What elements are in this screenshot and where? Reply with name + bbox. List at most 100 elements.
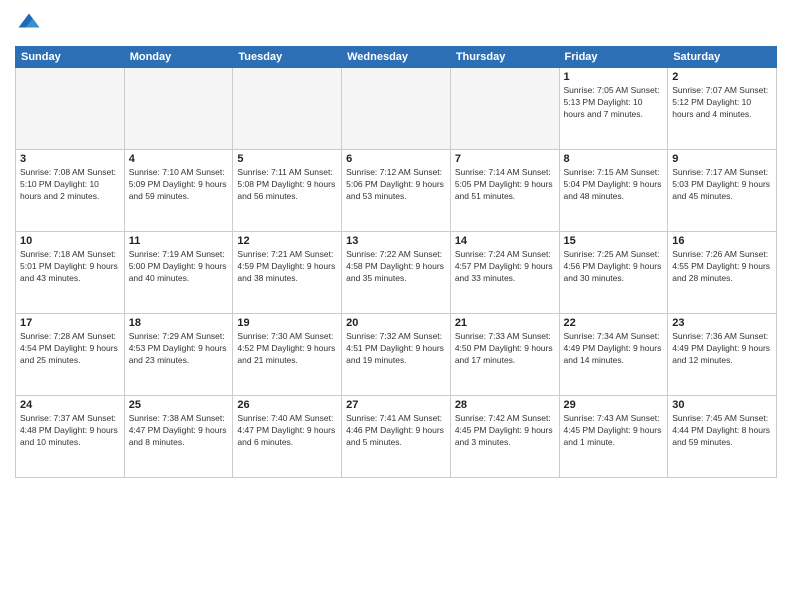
day-info: Sunrise: 7:07 AM Sunset: 5:12 PM Dayligh…: [672, 85, 772, 121]
day-number: 24: [20, 399, 120, 411]
day-number: 12: [237, 235, 337, 247]
day-number: 5: [237, 153, 337, 165]
weekday-header: Friday: [559, 47, 668, 68]
calendar-cell: 17Sunrise: 7:28 AM Sunset: 4:54 PM Dayli…: [16, 314, 125, 396]
day-number: 11: [129, 235, 229, 247]
day-info: Sunrise: 7:32 AM Sunset: 4:51 PM Dayligh…: [346, 331, 446, 367]
weekday-header: Sunday: [16, 47, 125, 68]
calendar-cell: 8 Sunrise: 7:15 AM Sunset: 5:04 PM Daylig…: [559, 150, 668, 232]
day-info: Sunrise: 7:08 AM Sunset: 5:10 PM Dayligh…: [20, 167, 120, 203]
calendar-header-row: SundayMondayTuesdayWednesdayThursdayFrid…: [16, 47, 777, 68]
day-number: 1: [564, 71, 664, 83]
calendar-cell: 21 Sunrise: 7:33 AM Sunset: 4:50 PM Dayli…: [450, 314, 559, 396]
calendar-cell: 26 Sunrise: 7:40 AM Sunset: 4:47 PM Dayli…: [233, 396, 342, 478]
day-number: 16: [672, 235, 772, 247]
day-info: Sunrise: 7:18 AM Sunset: 5:01 PM Dayligh…: [20, 249, 120, 285]
calendar-cell: 24 Sunrise: 7:37 AM Sunset: 4:48 PM Dayli…: [16, 396, 125, 478]
day-number: 10: [20, 235, 120, 247]
weekday-header: Tuesday: [233, 47, 342, 68]
calendar-table: SundayMondayTuesdayWednesdayThursdayFrid…: [15, 46, 777, 478]
day-number: 13: [346, 235, 446, 247]
calendar-cell: 18Sunrise: 7:29 AM Sunset: 4:53 PM Dayli…: [124, 314, 233, 396]
day-number: 2: [672, 71, 772, 83]
calendar-cell: 22Sunrise: 7:34 AM Sunset: 4:49 PM Dayli…: [559, 314, 668, 396]
calendar-cell: 15 Sunrise: 7:25 AM Sunset: 4:56 PM Dayli…: [559, 232, 668, 314]
day-number: 22: [564, 317, 664, 329]
calendar-cell: 5 Sunrise: 7:11 AM Sunset: 5:08 PM Daylig…: [233, 150, 342, 232]
calendar-week-row: 1 Sunrise: 7:05 AM Sunset: 5:13 PM Daylig…: [16, 68, 777, 150]
day-info: Sunrise: 7:14 AM Sunset: 5:05 PM Dayligh…: [455, 167, 555, 203]
day-info: Sunrise: 7:29 AM Sunset: 4:53 PM Dayligh…: [129, 331, 229, 367]
weekday-header: Monday: [124, 47, 233, 68]
calendar-cell: 3 Sunrise: 7:08 AM Sunset: 5:10 PM Daylig…: [16, 150, 125, 232]
calendar-cell: 29 Sunrise: 7:43 AM Sunset: 4:45 PM Dayli…: [559, 396, 668, 478]
calendar-week-row: 24 Sunrise: 7:37 AM Sunset: 4:48 PM Dayli…: [16, 396, 777, 478]
calendar-cell: 14 Sunrise: 7:24 AM Sunset: 4:57 PM Dayli…: [450, 232, 559, 314]
day-info: Sunrise: 7:25 AM Sunset: 4:56 PM Dayligh…: [564, 249, 664, 285]
day-number: 15: [564, 235, 664, 247]
calendar-cell: 25 Sunrise: 7:38 AM Sunset: 4:47 PM Dayli…: [124, 396, 233, 478]
day-info: Sunrise: 7:36 AM Sunset: 4:49 PM Dayligh…: [672, 331, 772, 367]
day-info: Sunrise: 7:33 AM Sunset: 4:50 PM Dayligh…: [455, 331, 555, 367]
day-info: Sunrise: 7:42 AM Sunset: 4:45 PM Dayligh…: [455, 413, 555, 449]
day-number: 20: [346, 317, 446, 329]
day-info: Sunrise: 7:10 AM Sunset: 5:09 PM Dayligh…: [129, 167, 229, 203]
calendar-week-row: 17Sunrise: 7:28 AM Sunset: 4:54 PM Dayli…: [16, 314, 777, 396]
day-info: Sunrise: 7:21 AM Sunset: 4:59 PM Dayligh…: [237, 249, 337, 285]
calendar-cell: 30 Sunrise: 7:45 AM Sunset: 4:44 PM Dayli…: [668, 396, 777, 478]
calendar-cell: 6 Sunrise: 7:12 AM Sunset: 5:06 PM Daylig…: [342, 150, 451, 232]
day-number: 3: [20, 153, 120, 165]
day-number: 29: [564, 399, 664, 411]
weekday-header: Wednesday: [342, 47, 451, 68]
calendar-cell: [233, 68, 342, 150]
calendar-cell: [342, 68, 451, 150]
day-number: 14: [455, 235, 555, 247]
calendar-cell: [450, 68, 559, 150]
weekday-header: Saturday: [668, 47, 777, 68]
day-number: 25: [129, 399, 229, 411]
day-number: 26: [237, 399, 337, 411]
calendar-week-row: 3 Sunrise: 7:08 AM Sunset: 5:10 PM Daylig…: [16, 150, 777, 232]
calendar-cell: 1 Sunrise: 7:05 AM Sunset: 5:13 PM Daylig…: [559, 68, 668, 150]
day-number: 6: [346, 153, 446, 165]
day-number: 8: [564, 153, 664, 165]
page: SundayMondayTuesdayWednesdayThursdayFrid…: [0, 0, 792, 612]
day-number: 19: [237, 317, 337, 329]
day-info: Sunrise: 7:43 AM Sunset: 4:45 PM Dayligh…: [564, 413, 664, 449]
day-info: Sunrise: 7:45 AM Sunset: 4:44 PM Dayligh…: [672, 413, 772, 449]
calendar-cell: 20 Sunrise: 7:32 AM Sunset: 4:51 PM Dayli…: [342, 314, 451, 396]
day-info: Sunrise: 7:15 AM Sunset: 5:04 PM Dayligh…: [564, 167, 664, 203]
day-info: Sunrise: 7:11 AM Sunset: 5:08 PM Dayligh…: [237, 167, 337, 203]
calendar-cell: 11 Sunrise: 7:19 AM Sunset: 5:00 PM Dayli…: [124, 232, 233, 314]
day-info: Sunrise: 7:30 AM Sunset: 4:52 PM Dayligh…: [237, 331, 337, 367]
day-info: Sunrise: 7:12 AM Sunset: 5:06 PM Dayligh…: [346, 167, 446, 203]
day-number: 21: [455, 317, 555, 329]
calendar-cell: 2 Sunrise: 7:07 AM Sunset: 5:12 PM Daylig…: [668, 68, 777, 150]
header: [15, 10, 777, 38]
day-number: 9: [672, 153, 772, 165]
calendar-cell: 27Sunrise: 7:41 AM Sunset: 4:46 PM Dayli…: [342, 396, 451, 478]
calendar-cell: [124, 68, 233, 150]
day-info: Sunrise: 7:05 AM Sunset: 5:13 PM Dayligh…: [564, 85, 664, 121]
calendar-cell: [16, 68, 125, 150]
calendar-cell: 23 Sunrise: 7:36 AM Sunset: 4:49 PM Dayli…: [668, 314, 777, 396]
day-info: Sunrise: 7:19 AM Sunset: 5:00 PM Dayligh…: [129, 249, 229, 285]
day-number: 28: [455, 399, 555, 411]
day-number: 30: [672, 399, 772, 411]
day-info: Sunrise: 7:24 AM Sunset: 4:57 PM Dayligh…: [455, 249, 555, 285]
calendar-cell: 7Sunrise: 7:14 AM Sunset: 5:05 PM Daylig…: [450, 150, 559, 232]
day-number: 23: [672, 317, 772, 329]
calendar-cell: 12 Sunrise: 7:21 AM Sunset: 4:59 PM Dayli…: [233, 232, 342, 314]
day-number: 27: [346, 399, 446, 411]
calendar-cell: 19 Sunrise: 7:30 AM Sunset: 4:52 PM Dayli…: [233, 314, 342, 396]
calendar-cell: 28 Sunrise: 7:42 AM Sunset: 4:45 PM Dayli…: [450, 396, 559, 478]
calendar-cell: 16 Sunrise: 7:26 AM Sunset: 4:55 PM Dayli…: [668, 232, 777, 314]
day-number: 4: [129, 153, 229, 165]
day-info: Sunrise: 7:38 AM Sunset: 4:47 PM Dayligh…: [129, 413, 229, 449]
weekday-header: Thursday: [450, 47, 559, 68]
day-info: Sunrise: 7:26 AM Sunset: 4:55 PM Dayligh…: [672, 249, 772, 285]
day-info: Sunrise: 7:17 AM Sunset: 5:03 PM Dayligh…: [672, 167, 772, 203]
day-info: Sunrise: 7:37 AM Sunset: 4:48 PM Dayligh…: [20, 413, 120, 449]
logo: [15, 10, 47, 38]
day-info: Sunrise: 7:40 AM Sunset: 4:47 PM Dayligh…: [237, 413, 337, 449]
